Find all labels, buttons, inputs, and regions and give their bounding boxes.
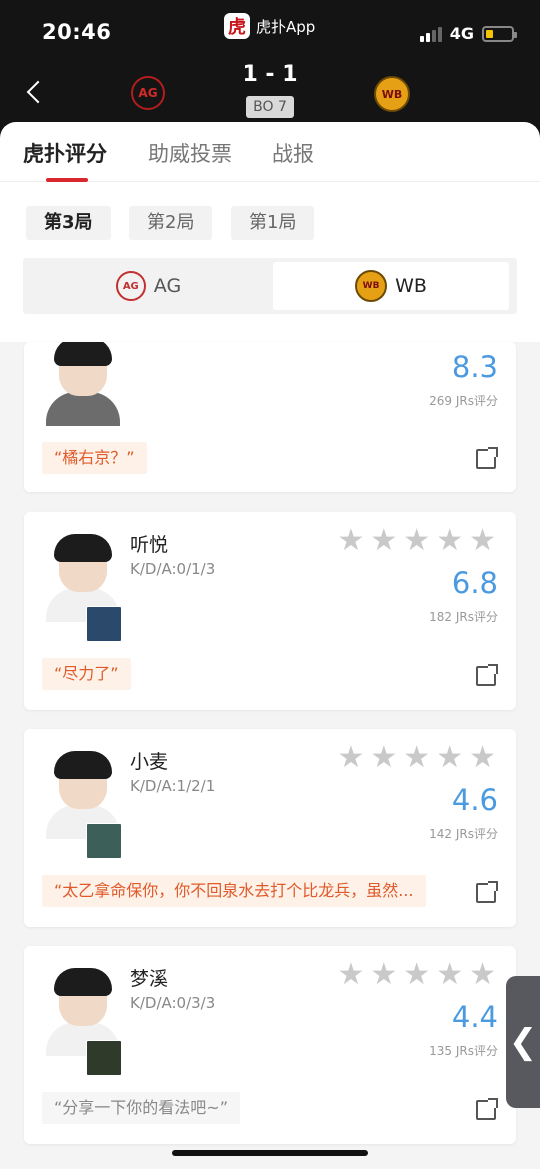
match-header: 20:46 虎 虎扑App 4G AG 1 - 1 BO 7 WB [0,0,540,140]
player-card[interactable]: 梦溪 K/D/A:0/3/3 ★ ★ ★ ★ ★ 4.4 135 JRs评分 “分享一下… [24,946,516,1144]
star-icon[interactable]: ★ [337,526,364,556]
star-icon[interactable]: ★ [436,743,463,773]
player-kda: K/D/A:0/1/3 [130,560,216,578]
hero-icon [86,1040,122,1076]
share-icon[interactable] [476,1098,498,1120]
battery-icon [482,25,517,42]
player-kda: K/D/A:0/3/3 [130,994,216,1012]
back-button[interactable] [22,76,50,108]
vote-count: 142 JRs评分 [429,827,498,841]
vote-count: 135 JRs评分 [429,1044,498,1058]
hero-icon [86,606,122,642]
hero-icon [86,823,122,859]
wb-logo-icon: WB [355,270,388,302]
player-name: 听悦 [130,534,169,556]
star-icon[interactable]: ★ [469,743,496,773]
star-icon[interactable]: ★ [370,526,397,556]
team-option-label: WB [395,275,427,297]
top-comment[interactable]: “太乙拿命保你，你不回泉水去打个比龙兵，虽然... [42,875,426,907]
tab-cheer-vote[interactable]: 助威投票 [148,138,232,168]
top-comment[interactable]: “橘右京？” [42,442,147,474]
team-option-wb[interactable]: WB WB [273,262,509,310]
star-icon[interactable]: ★ [436,526,463,556]
team-option-label: AG [153,275,182,297]
ag-logo-icon: AG [115,271,146,301]
star-icon[interactable]: ★ [370,960,397,990]
tab-bar: 虎扑评分 助威投票 战报 [0,122,540,182]
player-rating: 4.6 [451,783,498,817]
player-name: 小麦 [130,751,169,773]
app-pill[interactable]: 虎 虎扑App [224,12,315,40]
team-logo-wb[interactable]: WB [374,76,410,112]
match-format-badge: BO 7 [246,96,294,118]
share-icon[interactable] [476,447,498,469]
match-score: 1 - 1 [242,62,298,87]
signal-icon [419,26,442,42]
star-icon[interactable]: ★ [403,960,430,990]
top-comment[interactable]: “尽力了” [42,658,131,690]
rating-stars[interactable]: ★ ★ ★ ★ ★ [337,526,496,556]
home-indicator[interactable] [172,1150,368,1156]
vote-count: 269 JRs评分 [429,394,498,408]
vote-count: 182 JRs评分 [429,610,498,624]
star-icon[interactable]: ★ [337,743,364,773]
star-icon[interactable]: ★ [370,743,397,773]
player-card[interactable]: 小麦 K/D/A:1/2/1 ★ ★ ★ ★ ★ 4.6 142 JRs评分 “太乙拿命… [24,729,516,927]
round-1-button[interactable]: 第1局 [231,206,315,240]
rating-stars[interactable]: ★ ★ ★ ★ ★ [337,743,496,773]
share-icon[interactable] [476,664,498,686]
side-drawer-handle[interactable]: ❮ [506,976,540,1108]
star-icon[interactable]: ★ [469,526,496,556]
tab-report[interactable]: 战报 [272,138,314,168]
share-icon[interactable] [476,881,498,903]
app-name: 虎扑App [256,17,316,36]
star-icon[interactable]: ★ [436,960,463,990]
status-right: 4G [419,24,517,43]
player-rating: 6.8 [451,566,498,600]
star-icon[interactable]: ★ [469,960,496,990]
star-icon[interactable]: ★ [403,526,430,556]
team-switch: AG AG WB WB [23,258,517,314]
player-name: 梦溪 [130,968,169,990]
round-3-button[interactable]: 第3局 [26,206,111,240]
content-sheet: 虎扑评分 助威投票 战报 第3局 第2局 第1局 AG AG WB WB [0,122,540,342]
player-card[interactable]: 听悦 K/D/A:0/1/3 ★ ★ ★ ★ ★ 6.8 182 JRs评分 “尽力了” [24,512,516,710]
round-2-button[interactable]: 第2局 [129,206,213,240]
status-time: 20:46 [42,20,112,44]
star-icon[interactable]: ★ [337,960,364,990]
avatar [44,342,122,426]
tab-ratings[interactable]: 虎扑评分 [23,138,107,168]
player-kda: K/D/A:1/2/1 [130,777,216,795]
player-rating: 4.4 [451,1000,498,1034]
tab-underline [46,178,88,182]
team-logo-ag[interactable]: AG [131,76,165,110]
rating-stars[interactable]: ★ ★ ★ ★ ★ [337,960,496,990]
player-rating: 8.3 [451,350,498,384]
team-option-ag[interactable]: AG AG [27,262,270,310]
app-icon: 虎 [224,13,250,39]
player-card[interactable]: 8.3 269 JRs评分 “橘右京？” [24,342,516,492]
comment-input[interactable]: “分享一下你的看法吧~” [42,1092,240,1124]
network-type: 4G [449,24,474,43]
star-icon[interactable]: ★ [403,743,430,773]
